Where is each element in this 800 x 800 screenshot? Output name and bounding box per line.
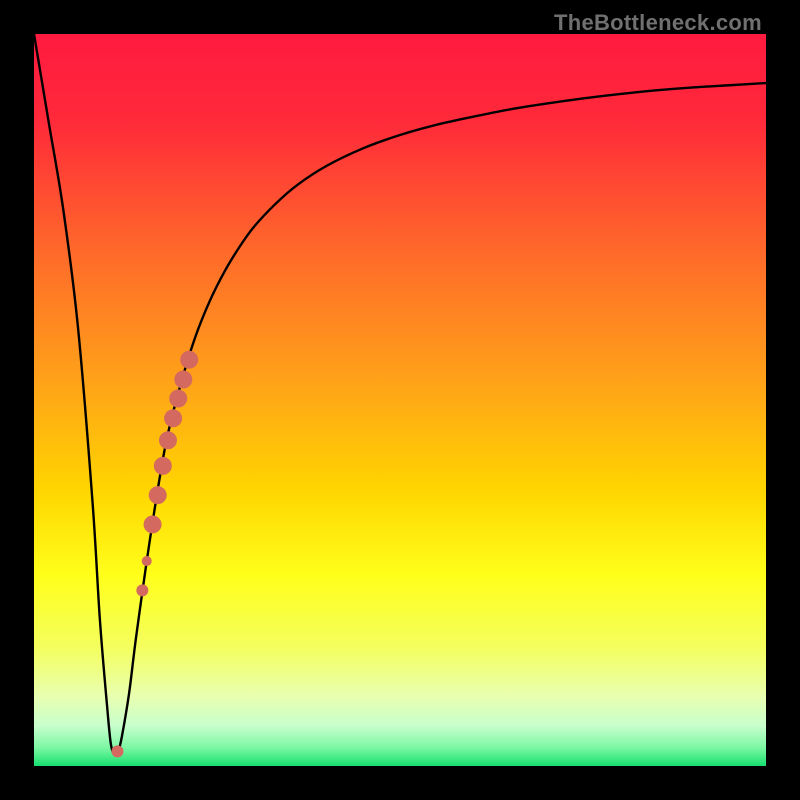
gradient-background — [34, 34, 766, 766]
marker-dot — [174, 371, 192, 389]
marker-dot — [169, 390, 187, 408]
chart-frame: TheBottleneck.com — [0, 0, 800, 800]
marker-dot — [180, 351, 198, 369]
marker-dot — [149, 486, 167, 504]
chart-svg — [34, 34, 766, 766]
marker-dot — [159, 431, 177, 449]
marker-dot — [164, 409, 182, 427]
watermark-text: TheBottleneck.com — [554, 10, 762, 36]
marker-dot — [136, 584, 148, 596]
marker-dot — [111, 745, 123, 757]
marker-dot — [142, 556, 152, 566]
plot-area — [34, 34, 766, 766]
marker-dot — [144, 515, 162, 533]
marker-dot — [154, 457, 172, 475]
